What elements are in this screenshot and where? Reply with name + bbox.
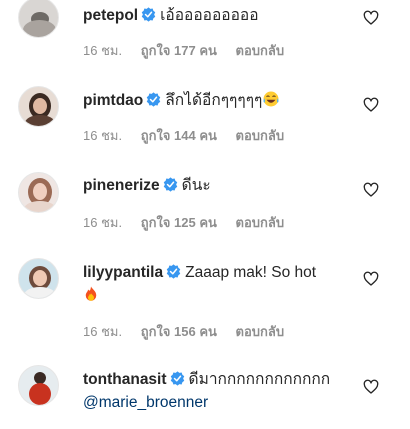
- comment-likes[interactable]: ถูกใจ 177 คน: [141, 43, 217, 58]
- comment-text: Zaaap mak! So hot: [185, 264, 317, 281]
- heart-outline-icon[interactable]: [363, 271, 379, 287]
- comment-text: เอ้อออออออออ: [160, 7, 259, 24]
- heart-outline-icon[interactable]: [363, 379, 379, 395]
- comment-username[interactable]: petepol: [83, 7, 138, 24]
- comment-username[interactable]: lilyypantila: [83, 264, 163, 281]
- comment-time[interactable]: 16 ชม.: [83, 43, 122, 58]
- comment-likes[interactable]: ถูกใจ 144 คน: [141, 128, 217, 143]
- reply-button[interactable]: ตอบกลับ: [236, 128, 285, 143]
- avatar[interactable]: [18, 258, 59, 299]
- heart-outline-icon[interactable]: [363, 10, 379, 26]
- comment-time[interactable]: 16 ชม.: [83, 324, 122, 339]
- comment-text: ลึกได้อีกๆๆๆๆๆ: [165, 92, 263, 109]
- comment-time[interactable]: 16 ชม.: [83, 215, 122, 230]
- verified-badge-icon: [170, 371, 184, 386]
- heart-outline-icon[interactable]: [363, 182, 379, 198]
- reply-button[interactable]: ตอบกลับ: [236, 43, 285, 58]
- verified-badge-icon: [163, 177, 177, 192]
- fire-emoji-icon: [85, 286, 97, 301]
- reply-button[interactable]: ตอบกลับ: [236, 215, 285, 230]
- avatar[interactable]: [18, 172, 59, 213]
- comment-mention-link[interactable]: @marie_broenner: [83, 394, 208, 411]
- tears-of-joy-emoji-icon: [263, 91, 279, 107]
- comment-likes[interactable]: ถูกใจ 125 คน: [141, 215, 217, 230]
- heart-outline-icon[interactable]: [363, 97, 379, 113]
- comment-text: ดีนะ: [181, 177, 211, 194]
- comment-text: ดีมากกกกกกกกกกกก: [188, 371, 331, 388]
- avatar[interactable]: [18, 0, 59, 38]
- comment-username[interactable]: pinenerize: [83, 177, 160, 194]
- reply-button[interactable]: ตอบกลับ: [236, 324, 285, 339]
- avatar[interactable]: [18, 86, 59, 127]
- avatar[interactable]: [18, 365, 59, 406]
- comment-username[interactable]: pimtdao: [83, 92, 143, 109]
- comment-username[interactable]: tonthanasit: [83, 371, 167, 388]
- verified-badge-icon: [166, 264, 181, 279]
- verified-badge-icon: [147, 92, 161, 107]
- verified-badge-icon: [141, 7, 156, 22]
- comment-likes[interactable]: ถูกใจ 156 คน: [141, 324, 217, 339]
- comment-time[interactable]: 16 ชม.: [83, 128, 122, 143]
